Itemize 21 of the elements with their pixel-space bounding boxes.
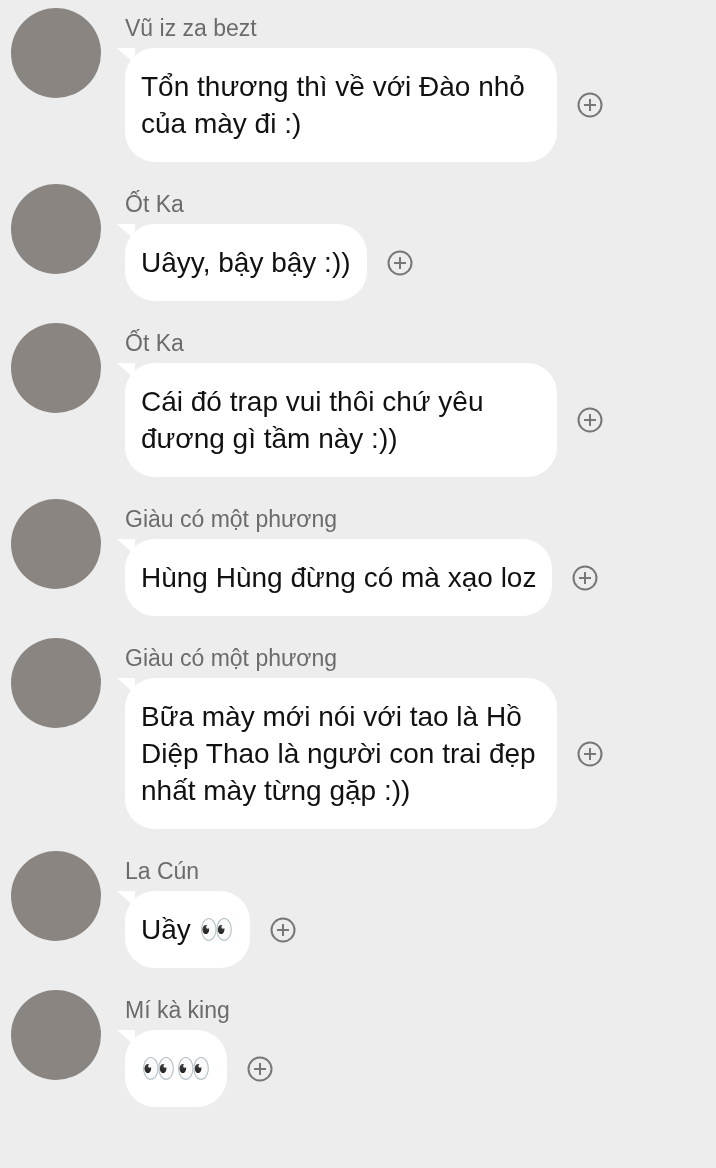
sender-name: Ốt Ka [125,189,185,219]
message-bubble: Uâyy, bậy bậy :)) [117,224,367,301]
message-bubble: Bữa mày mới nói với tao là Hồ Diệp Thao là người con trai đẹp nhất mày từng gặp :)) [117,678,557,829]
sender-name: Vũ iz za bezt [125,14,258,43]
add-reaction-icon[interactable] [247,1055,273,1082]
add-reaction-icon[interactable] [577,92,603,118]
add-reaction-icon[interactable] [386,249,413,276]
add-reaction-icon[interactable] [577,740,603,767]
message-bubble: 👀👀 [117,1030,227,1107]
add-reaction-icon[interactable] [269,916,296,943]
sender-name: Mí kà king [125,996,231,1025]
sender-name: Giàu có một phương [125,505,339,534]
sender-name: Giàu có một phương [125,644,339,673]
message-bubble: Tổn thương thì về với Đào nhỏ của mày đi :) [117,48,557,162]
sender-name: La Cún [125,857,201,886]
message-bubble: Uầy 👀 [117,891,250,968]
add-reaction-icon[interactable] [572,564,599,591]
sender-name: Ốt Ka [125,328,185,358]
message-bubble: Cái đó trap vui thôi chứ yêu đương gì tầm này :)) [117,363,557,477]
add-reaction-icon[interactable] [577,407,603,433]
message-bubble: Hùng Hùng đừng có mà xạo loz [117,539,553,616]
